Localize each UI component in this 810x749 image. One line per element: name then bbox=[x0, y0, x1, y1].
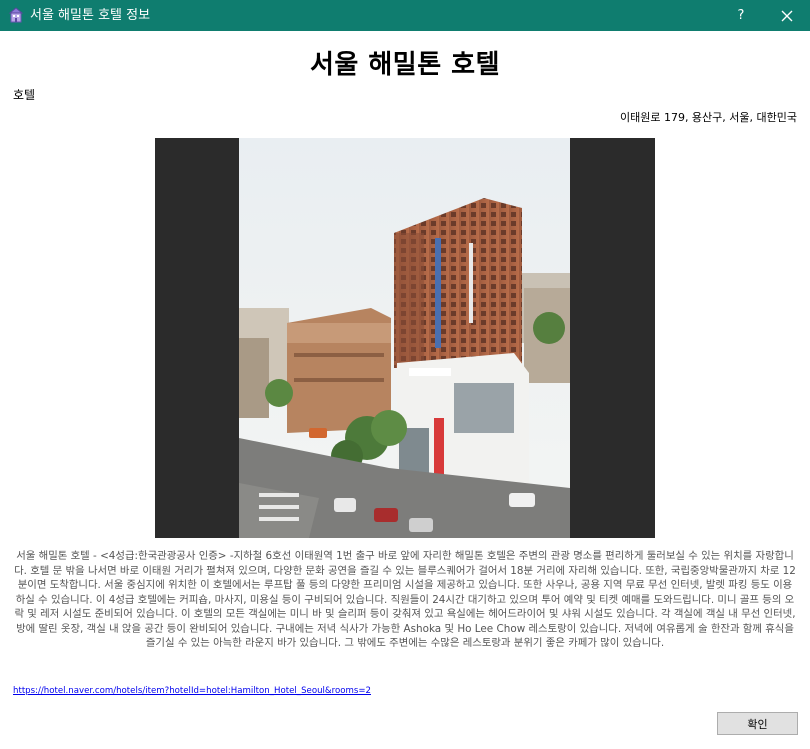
title-bar: 서울 해밀톤 호텔 정보 ? bbox=[0, 0, 810, 31]
hotel-category: 호텔 bbox=[13, 88, 36, 102]
hotel-photo bbox=[239, 138, 570, 538]
hotel-name: 서울 해밀톤 호텔 bbox=[309, 50, 501, 80]
close-button[interactable] bbox=[764, 0, 810, 31]
hotel-description: 서울 해밀톤 호텔 - <4성급:한국관광공사 인증> -지하철 6호선 이태원… bbox=[14, 550, 796, 649]
hotel-icon bbox=[8, 7, 24, 23]
hotel-link[interactable]: https://hotel.naver.com/hotels/item?hote… bbox=[13, 686, 371, 696]
close-icon[interactable] bbox=[781, 10, 793, 22]
ok-button[interactable]: 확인 bbox=[717, 712, 798, 735]
hotel-photo-frame bbox=[155, 138, 655, 538]
help-button[interactable]: ? bbox=[718, 0, 764, 31]
window-title: 서울 해밀톤 호텔 정보 bbox=[30, 8, 151, 23]
hotel-address: 이태원로 179, 용산구, 서울, 대한민국 bbox=[619, 111, 797, 124]
